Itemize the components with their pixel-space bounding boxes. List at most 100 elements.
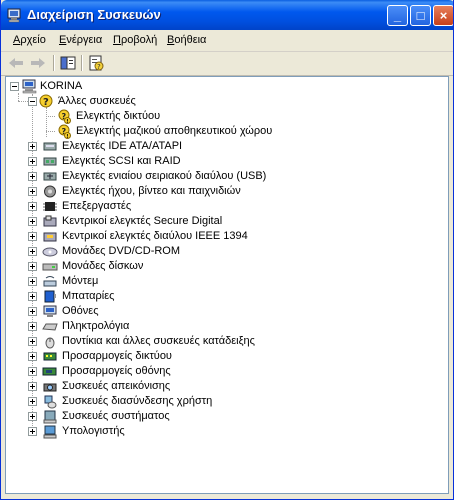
category-label: Οθόνες (62, 305, 99, 317)
device-manager-icon (7, 8, 21, 23)
menu-view[interactable]: Προβολή (113, 34, 157, 46)
category-label: Άλλες συσκευές (58, 95, 136, 107)
title-bar[interactable]: Διαχείριση Συσκευών _ □ × (1, 0, 453, 30)
unknown-device-warning-icon: ? ! (58, 109, 71, 124)
device-tree[interactable]: KORINA ? Άλλες συσκευές ? ! Ελεγκτής δικ… (5, 76, 449, 494)
expand-toggle[interactable] (28, 142, 37, 151)
expand-toggle[interactable] (28, 172, 37, 181)
sound-icon (44, 185, 56, 198)
expand-toggle[interactable] (28, 382, 37, 391)
close-button[interactable]: × (433, 5, 453, 26)
properties-help-icon[interactable]: ? (87, 55, 105, 71)
toolbar-separator (53, 55, 55, 71)
category-label: Συσκευές διασύνδεσης χρήστη (62, 395, 213, 407)
tree-node-other-devices[interactable]: ? Άλλες συσκευές (6, 94, 406, 109)
tree-category-node[interactable]: Ελεγκτές IDE ATA/ATAPI (6, 139, 426, 154)
tree-category-node[interactable]: Ποντίκια και άλλες συσκευές κατάδειξης (6, 334, 426, 349)
tree-category-node[interactable]: Κεντρικοί ελεγκτές διαύλου IEEE 1394 (6, 229, 426, 244)
show-hide-tree-icon[interactable] (59, 55, 77, 71)
expand-toggle[interactable] (28, 322, 37, 331)
display-adapter-icon (42, 367, 57, 376)
expand-toggle[interactable] (28, 367, 37, 376)
category-label: Προσαρμογείς οθόνης (62, 365, 171, 377)
tree-category-node[interactable]: Ελεγκτές ενιαίου σειριακού διαύλου (USB) (6, 169, 426, 184)
expand-toggle[interactable] (28, 397, 37, 406)
expand-toggle[interactable] (28, 352, 37, 361)
mouse-icon (45, 337, 55, 349)
expand-toggle[interactable] (28, 232, 37, 241)
tree-category-node[interactable]: Συσκευές διασύνδεσης χρήστη (6, 394, 426, 409)
scsi-controller-icon (43, 157, 57, 166)
menu-bar: Αρχείο Ενέργεια Προβολή Βοήθεια (1, 30, 453, 52)
device-label: Ελεγκτής μαζικού αποθηκευτικού χώρου (76, 125, 273, 137)
tree-category-node[interactable]: Πληκτρολόγια (6, 319, 426, 334)
tree-category-node[interactable]: Προσαρμογείς δικτύου (6, 349, 426, 364)
device-manager-window: Διαχείριση Συσκευών _ □ × Αρχείο Ενέργει… (0, 0, 454, 500)
category-label: Κεντρικοί ελεγκτές Secure Digital (62, 215, 223, 227)
category-label: Πληκτρολόγια (62, 320, 130, 332)
tree-category-node[interactable]: Υπολογιστής (6, 424, 426, 439)
toolbar-separator (81, 55, 83, 71)
tree-category-node[interactable]: Μπαταρίες (6, 289, 426, 304)
expand-toggle[interactable] (28, 307, 37, 316)
category-label: Μπαταρίες (62, 290, 115, 302)
menu-help-label: οήθεια (174, 34, 207, 46)
expand-toggle[interactable] (28, 277, 37, 286)
menu-file-label: ρχείο (20, 34, 46, 46)
ieee1394-icon (43, 232, 57, 242)
expand-toggle[interactable] (28, 337, 37, 346)
expand-toggle[interactable] (28, 202, 37, 211)
tree-category-node[interactable]: Μονάδες δίσκων (6, 259, 426, 274)
ide-controller-icon (43, 142, 57, 151)
tree-child-network-controller[interactable]: ? ! Ελεγκτής δικτύου (6, 109, 426, 124)
tree-category-node[interactable]: Συσκευές συστήματος (6, 409, 426, 424)
category-label: Ελεγκτές ενιαίου σειριακού διαύλου (USB) (62, 170, 267, 182)
unknown-device-warning-icon: ? ! (58, 124, 71, 139)
computer-icon (22, 79, 37, 94)
maximize-button[interactable]: □ (410, 5, 431, 26)
dvd-drive-icon (42, 247, 58, 257)
expand-toggle[interactable] (28, 247, 37, 256)
menu-action-label: νέργεια (66, 34, 103, 46)
expand-toggle[interactable] (28, 412, 37, 421)
forward-arrow-icon[interactable] (29, 55, 47, 71)
expand-toggle[interactable] (28, 157, 37, 166)
usb-controller-icon (43, 172, 57, 181)
disk-drive-icon (42, 263, 58, 271)
expand-toggle[interactable] (28, 262, 37, 271)
processor-icon (43, 202, 57, 211)
computer-icon (43, 425, 57, 439)
expand-toggle[interactable] (28, 217, 37, 226)
sd-host-icon (43, 215, 57, 227)
window-title: Διαχείριση Συσκευών (27, 7, 161, 22)
tree-category-node[interactable]: Συσκευές απεικόνισης (6, 379, 426, 394)
collapse-toggle[interactable] (28, 97, 37, 106)
network-adapter-icon (43, 352, 57, 361)
minimize-button[interactable]: _ (387, 5, 408, 26)
system-device-icon (43, 410, 57, 424)
menu-file[interactable]: Αρχείο (13, 34, 46, 46)
category-label: Ελεγκτές ήχου, βίντεο και παιχνιδιών (62, 185, 241, 197)
tree-category-node[interactable]: Μονάδες DVD/CD-ROM (6, 244, 426, 259)
tree-category-node[interactable]: Προσαρμογείς οθόνης (6, 364, 426, 379)
category-label: Υπολογιστής (62, 425, 125, 437)
back-arrow-icon[interactable] (7, 55, 25, 71)
expand-toggle[interactable] (28, 187, 37, 196)
tree-category-node[interactable]: Μόντεμ (6, 274, 426, 289)
modem-icon (43, 276, 57, 287)
device-label: Ελεγκτής δικτύου (76, 110, 161, 122)
tree-category-node[interactable]: Ελεγκτές ήχου, βίντεο και παιχνιδιών (6, 184, 426, 199)
menu-view-label: ροβολή (120, 34, 158, 46)
tree-root-node[interactable]: KORINA (6, 79, 406, 94)
tree-category-node[interactable]: Επεξεργαστές (6, 199, 426, 214)
expand-toggle[interactable] (28, 292, 37, 301)
menu-action[interactable]: Ενέργεια (59, 34, 102, 46)
tree-category-node[interactable]: Οθόνες (6, 304, 426, 319)
collapse-toggle[interactable] (10, 82, 19, 91)
tree-category-node[interactable]: Κεντρικοί ελεγκτές Secure Digital (6, 214, 426, 229)
menu-help[interactable]: Βοήθεια (167, 34, 206, 46)
category-label: Ποντίκια και άλλες συσκευές κατάδειξης (62, 335, 255, 347)
tree-category-node[interactable]: Ελεγκτές SCSI και RAID (6, 154, 426, 169)
tree-child-mass-storage-controller[interactable]: ? ! Ελεγκτής μαζικού αποθηκευτικού χώρου (6, 124, 426, 139)
expand-toggle[interactable] (28, 427, 37, 436)
